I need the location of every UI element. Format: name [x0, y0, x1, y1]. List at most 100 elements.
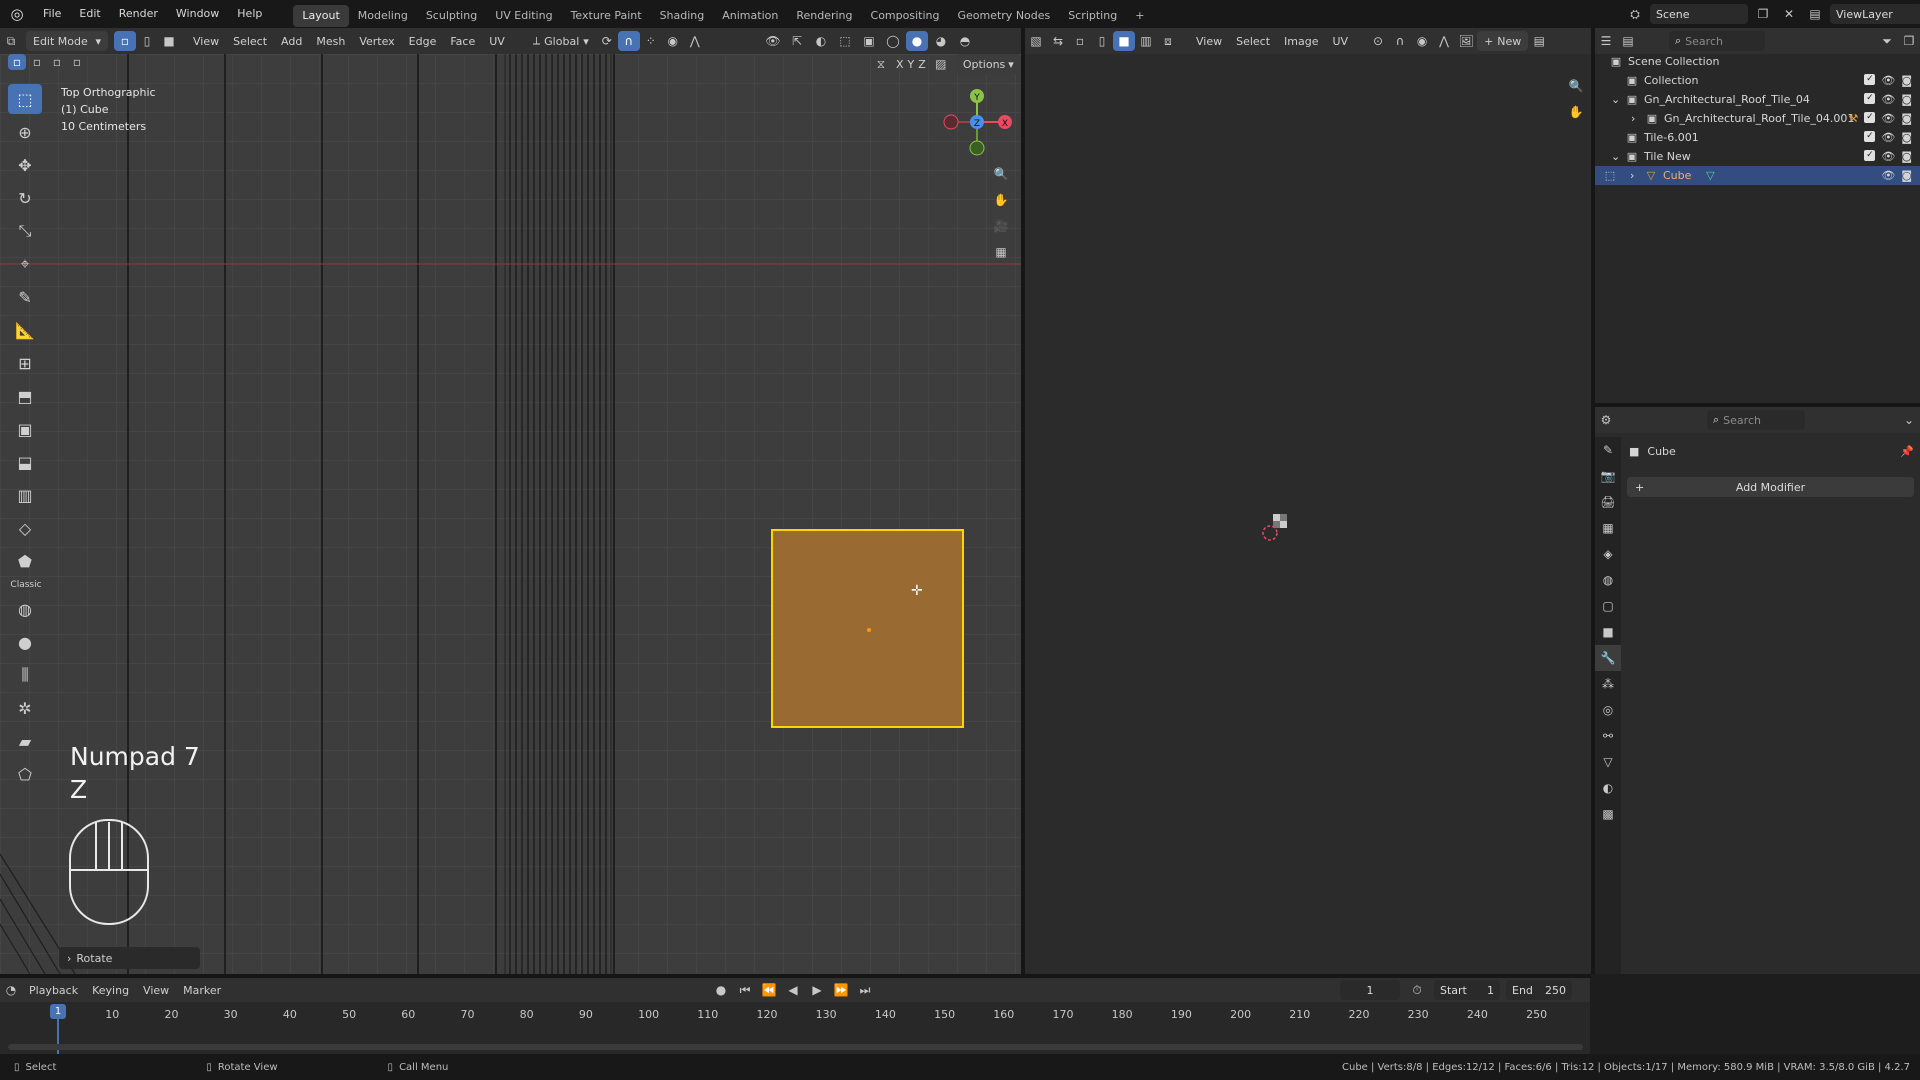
annotate-tool-icon[interactable]: ✎	[8, 282, 42, 312]
inset-tool-icon[interactable]: ▣	[8, 414, 42, 444]
scene-tab-icon[interactable]: ◈	[1595, 541, 1621, 567]
uv-sync-icon[interactable]: ⇆	[1047, 31, 1069, 51]
uv-island-select-icon[interactable]: ▥	[1135, 31, 1157, 51]
properties-search-input[interactable]: ⌕ Search	[1707, 410, 1805, 430]
pan-hand-icon[interactable]: ✋	[990, 190, 1012, 210]
scene-selector[interactable]: Scene	[1650, 4, 1748, 24]
edge-slide-tool-icon[interactable]: ⫼	[8, 660, 42, 690]
menu-view[interactable]: View	[186, 31, 226, 51]
modifier-tab-icon[interactable]: 🔧	[1595, 645, 1621, 671]
mirror-icon[interactable]: ⧖	[870, 54, 892, 74]
measure-tool-icon[interactable]: 📐	[8, 315, 42, 345]
zoom-icon[interactable]: 🔍	[1565, 76, 1587, 96]
menu-help[interactable]: Help	[228, 0, 271, 28]
uv-vertex-select-icon[interactable]: ▫	[1069, 31, 1091, 51]
texture-tab-icon[interactable]: ▩	[1595, 801, 1621, 827]
checkbox-icon[interactable]: ✓	[1864, 74, 1876, 85]
workspace-tab-geometry-nodes[interactable]: Geometry Nodes	[948, 5, 1059, 27]
checkbox-icon[interactable]: ✓	[1864, 131, 1876, 142]
end-frame-field[interactable]: End 250	[1506, 980, 1572, 1000]
uv-falloff-icon[interactable]: ⋀	[1433, 31, 1455, 51]
timeline-menu-keying[interactable]: Keying	[85, 980, 136, 1000]
menu-uv[interactable]: UV	[482, 31, 512, 51]
constraints-tab-icon[interactable]: ⚯	[1595, 723, 1621, 749]
pan-hand-icon[interactable]: ✋	[1565, 102, 1587, 122]
mesh-edit-overlay-icon[interactable]: ⬚	[834, 31, 856, 51]
timeline-scrollbar[interactable]	[8, 1044, 1583, 1050]
outliner-row-roof-tile-001[interactable]: › ▣ Gn_Architectural_Roof_Tile_04.001 ⚒ ✓…	[1595, 109, 1920, 128]
view-layer-selector[interactable]: ViewLayer	[1830, 4, 1920, 24]
eye-icon[interactable]: 👁	[1881, 169, 1895, 182]
outliner-row-tile-6-001[interactable]: ▣ Tile-6.001 ✓ 👁 ◙	[1595, 128, 1920, 147]
physics-tab-icon[interactable]: ◎	[1595, 697, 1621, 723]
filter-icon[interactable]: ⏷	[1876, 31, 1898, 51]
edit-mode-icon[interactable]: ⬚	[1603, 169, 1617, 183]
editor-type-icon[interactable]: ⧉	[0, 31, 22, 51]
outliner-row-collection[interactable]: ▣ Collection ✓ 👁 ◙	[1595, 71, 1920, 90]
view-layer-icon[interactable]: ▤	[1804, 4, 1826, 24]
workspace-tab-sculpting[interactable]: Sculpting	[417, 5, 486, 27]
checkbox-icon[interactable]: ✓	[1864, 112, 1876, 123]
display-mode-icon[interactable]: ▤	[1617, 31, 1639, 51]
material-shading-icon[interactable]: ◕	[930, 31, 952, 51]
axis-y-toggle[interactable]: Y	[908, 58, 915, 71]
menu-vertex[interactable]: Vertex	[352, 31, 401, 51]
start-frame-field[interactable]: Start 1	[1434, 980, 1500, 1000]
transform-tool-icon[interactable]: ⌖	[8, 249, 42, 279]
rip-tool-icon[interactable]: ⬠	[8, 759, 42, 789]
poly-build-tool-icon[interactable]: ⬟	[8, 546, 42, 576]
falloff-icon[interactable]: ⋀	[684, 31, 706, 51]
current-frame-field[interactable]: 1	[1340, 980, 1400, 1000]
object-tab-icon[interactable]: ■	[1595, 619, 1621, 645]
sticky-select-icon[interactable]: ⧈	[1157, 31, 1179, 51]
orientation-selector[interactable]: ⟂ Global ▾	[526, 31, 596, 51]
smooth-tool-icon[interactable]: ●	[8, 627, 42, 657]
delete-scene-icon[interactable]: ✕	[1778, 4, 1800, 24]
uv-pivot-icon[interactable]: ⊙	[1367, 31, 1389, 51]
view-layer-tab-icon[interactable]: ▦	[1595, 515, 1621, 541]
new-scene-icon[interactable]: ❐	[1752, 4, 1774, 24]
workspace-tab-rendering[interactable]: Rendering	[787, 5, 861, 27]
new-collection-icon[interactable]: ❐	[1898, 31, 1920, 51]
shrink-fatten-tool-icon[interactable]: ✲	[8, 693, 42, 723]
gizmo-toggle-icon[interactable]: ⇱	[786, 31, 808, 51]
overlays-icon[interactable]: ◐	[810, 31, 832, 51]
world-tab-icon[interactable]: ◍	[1595, 567, 1621, 593]
uv-edge-select-icon[interactable]: ▯	[1091, 31, 1113, 51]
eye-icon[interactable]: 👁	[1881, 131, 1895, 144]
viewport-3d[interactable]: ✛ Top Orthographic (1) Cube 10 Centimete…	[0, 54, 1021, 974]
menu-window[interactable]: Window	[167, 0, 228, 28]
menu-select[interactable]: Select	[226, 31, 274, 51]
proportional-edit-icon[interactable]: ◉	[662, 31, 684, 51]
snap-icon[interactable]: ∩	[617, 31, 640, 51]
select-subtract-icon[interactable]: ▫	[48, 54, 66, 70]
workspace-tab-modeling[interactable]: Modeling	[349, 5, 417, 27]
select-extend-icon[interactable]: ▫	[28, 54, 46, 70]
checkbox-icon[interactable]: ✓	[1864, 150, 1876, 161]
pivot-icon[interactable]: ⟳	[596, 31, 618, 51]
eye-icon[interactable]: 👁	[1881, 150, 1895, 163]
workspace-tab-layout[interactable]: Layout	[293, 4, 349, 27]
material-tab-icon[interactable]: ◐	[1595, 775, 1621, 801]
perspective-toggle-icon[interactable]: ▦	[990, 242, 1012, 262]
rendered-shading-icon[interactable]: ◓	[954, 31, 976, 51]
add-modifier-button[interactable]: + Add Modifier	[1627, 477, 1914, 497]
xray-icon[interactable]: ▣	[858, 31, 880, 51]
eye-icon[interactable]: 👁	[1881, 74, 1895, 87]
add-cube-tool-icon[interactable]: ⊞	[8, 348, 42, 378]
uv-editor[interactable]: 🔍 ✋	[1025, 54, 1591, 974]
timeline-menu-view[interactable]: View	[136, 980, 176, 1000]
clock-icon[interactable]: ◔	[0, 980, 22, 1000]
select-new-icon[interactable]: ▫	[8, 54, 26, 70]
playhead[interactable]: 1	[50, 1004, 66, 1019]
editor-type-icon[interactable]: ▧	[1025, 31, 1047, 51]
chevron-right-icon[interactable]: ›	[1631, 112, 1645, 125]
menu-add[interactable]: Add	[274, 31, 309, 51]
cursor-tool-icon[interactable]: ⊕	[8, 117, 42, 147]
face-select-icon[interactable]: ■	[158, 31, 180, 51]
vertex-select-icon[interactable]: ▫	[114, 31, 136, 51]
outliner-row-tile-new[interactable]: ⌄ ▣ Tile New ✓ 👁 ◙	[1595, 147, 1920, 166]
timeline-menu-playback[interactable]: Playback	[22, 980, 85, 1000]
axis-x-toggle[interactable]: X	[896, 58, 904, 71]
menu-render[interactable]: Render	[110, 0, 167, 28]
